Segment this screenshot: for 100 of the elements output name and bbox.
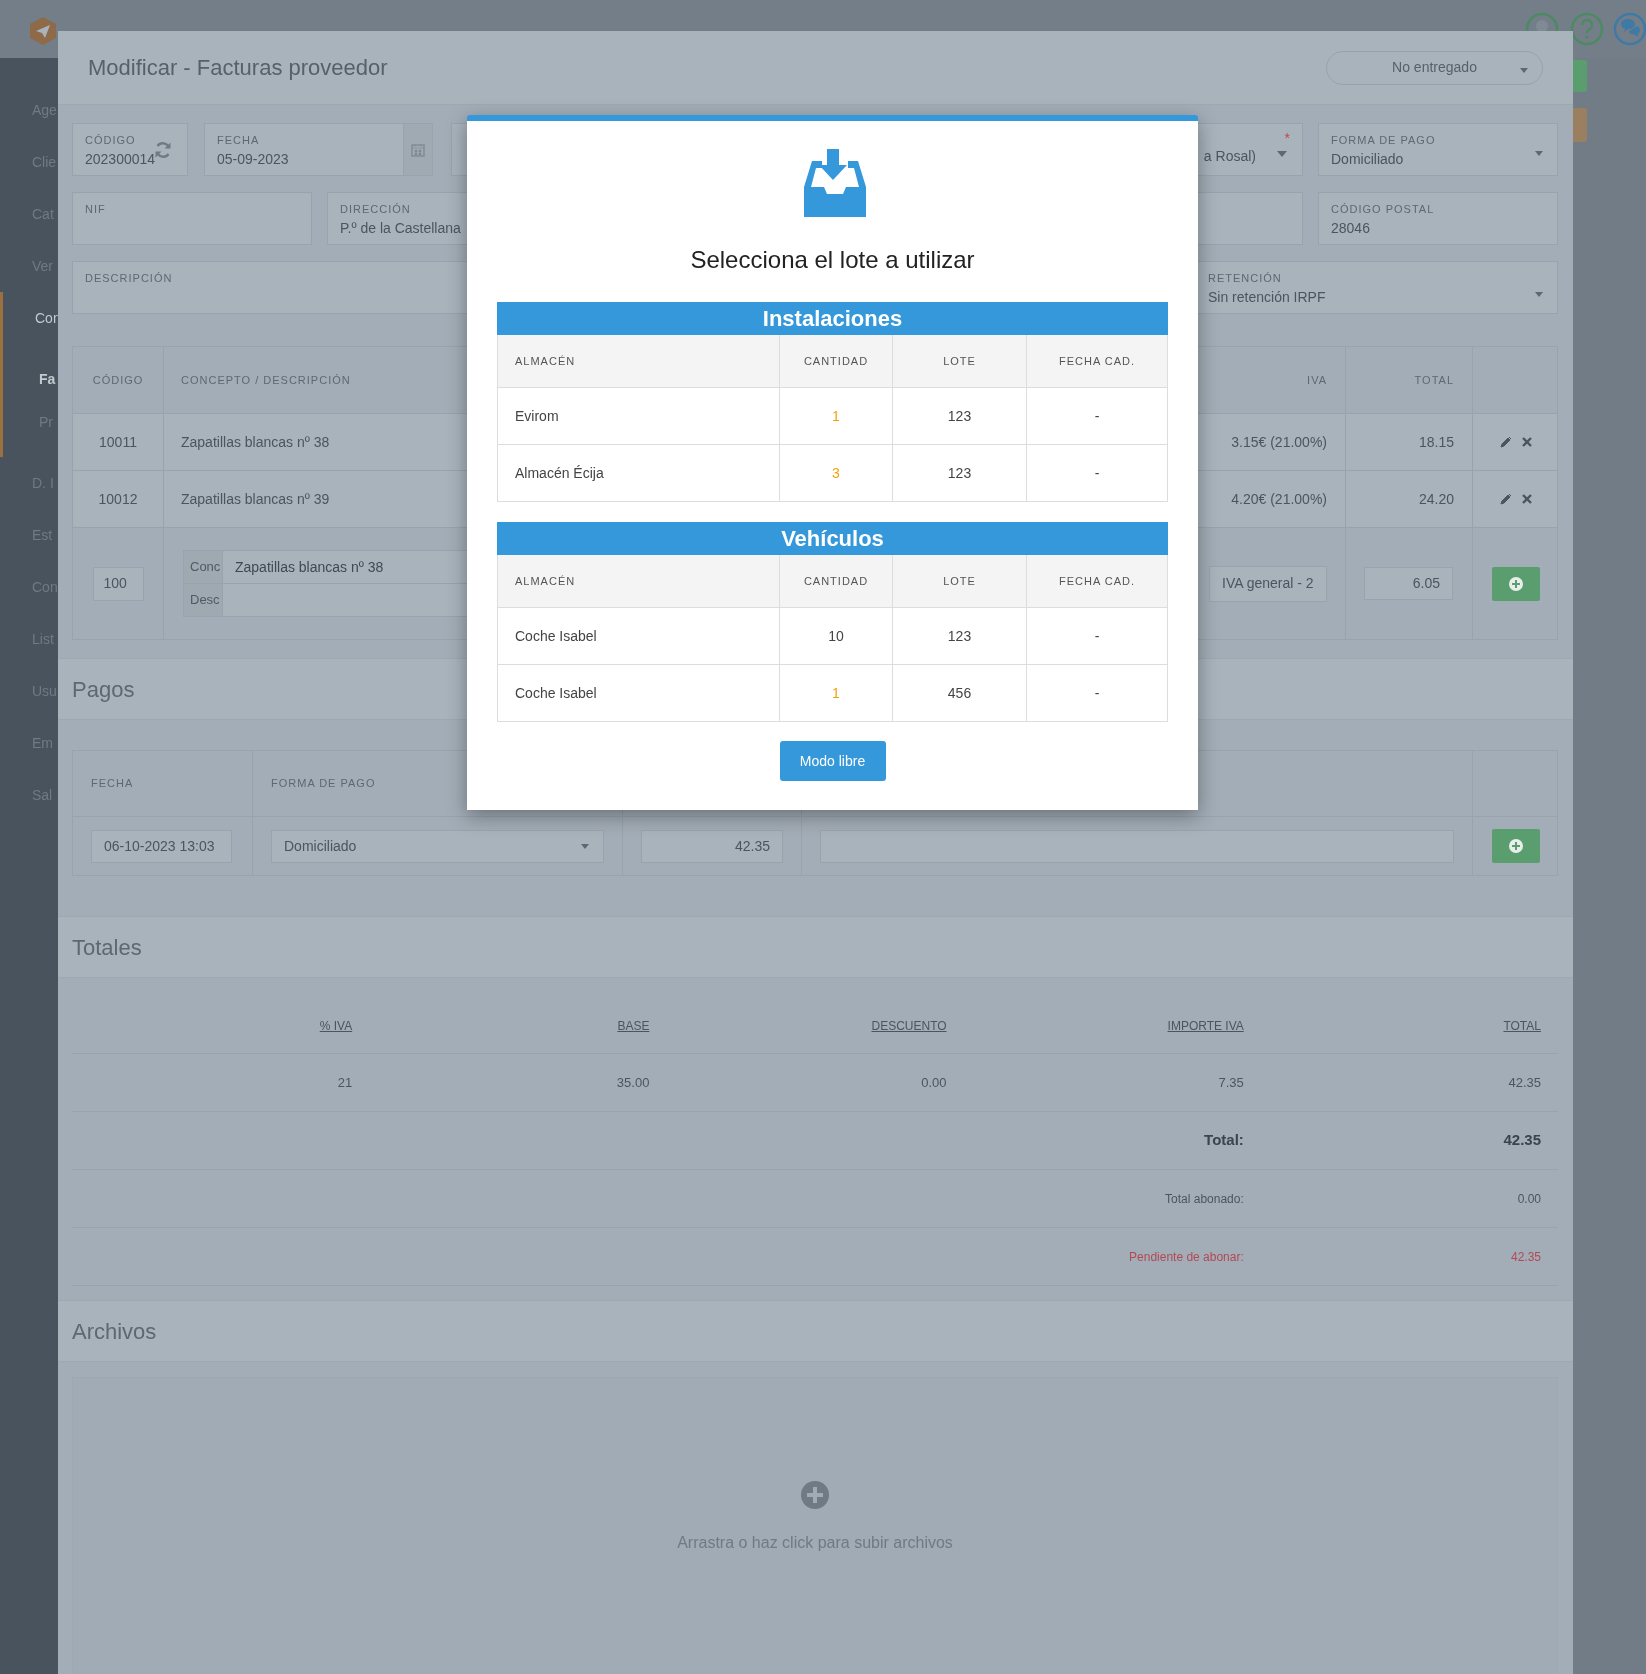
table-cell-text: 123	[947, 463, 972, 483]
table-cell-text: Almacén Écija	[515, 463, 604, 483]
group-header: Instalaciones	[497, 302, 1168, 335]
input-addon: Desc	[184, 584, 223, 616]
column-header: % IVA	[319, 1018, 353, 1035]
table-cell-text: 3.15€ (21.00%)	[1231, 432, 1327, 452]
pencil-icon[interactable]	[1500, 436, 1512, 448]
plus-icon	[1509, 839, 1523, 853]
free-mode-button[interactable]: Modo libre	[779, 741, 886, 781]
nif-field[interactable]: NIF	[72, 192, 312, 245]
table-cell-text: 3	[832, 463, 840, 483]
total-value: 42.35	[1503, 1130, 1541, 1151]
code-field[interactable]: CÓDIGO 202300014	[72, 123, 188, 176]
table-cell-text: -	[1094, 626, 1100, 646]
table-cell-text: -	[1094, 463, 1100, 483]
plus-icon	[801, 1481, 829, 1509]
total-input[interactable]: 6.05	[1364, 567, 1453, 600]
table-cell-text: Zapatillas blancas nº 39	[181, 489, 330, 509]
field-value: Sin retención IRPF	[1208, 288, 1326, 307]
total-label: Total:	[1204, 1130, 1244, 1151]
table-cell-text: -	[1094, 406, 1100, 426]
table-cell-text: 4.20€ (21.00%)	[1231, 489, 1327, 509]
field-label: FECHA	[217, 133, 260, 147]
column-header: FECHA	[91, 776, 134, 792]
table-cell-text: Coche Isabel	[515, 626, 597, 646]
field-value: 05-09-2023	[217, 150, 289, 169]
logo-icon	[28, 16, 58, 46]
chat-icon[interactable]	[1613, 12, 1646, 46]
caret-icon	[1520, 67, 1528, 73]
retention-select[interactable]: RETENCIÓN Sin retención IRPF	[1195, 261, 1558, 314]
table-cell-text: Zapatillas blancas nº 38	[181, 432, 330, 452]
caret-icon	[1277, 151, 1287, 157]
sidebar-subitem[interactable]: Fa	[3, 358, 56, 401]
field-value: P.º de la Castellana	[340, 219, 461, 238]
caret-icon	[1535, 151, 1543, 156]
section-title: Totales	[72, 933, 142, 962]
summary-label: Total abonado:	[1165, 1190, 1244, 1208]
input-addon: Conc	[184, 551, 223, 583]
column-header: IVA	[1307, 372, 1327, 388]
column-header: ALMACÉN	[515, 573, 576, 589]
column-header: DESCUENTO	[871, 1018, 947, 1035]
table-cell-text: 10011	[99, 432, 137, 452]
table-cell-text: 18.15	[1418, 432, 1454, 452]
summary-value: 0.00	[1517, 1190, 1541, 1208]
table-cell-text: Evirom	[515, 406, 559, 426]
close-icon[interactable]	[1522, 494, 1532, 504]
date-input[interactable]: 06-10-2023 13:03	[91, 829, 232, 863]
required-mark: *	[1284, 129, 1290, 148]
table-cell-text: 456	[947, 683, 972, 703]
field-value: 28046	[1331, 219, 1370, 238]
date-field[interactable]: FECHA 05-09-2023	[204, 123, 433, 176]
field-value: Domiciliado	[1331, 150, 1404, 169]
table-cell-text: 123	[947, 406, 972, 426]
table-cell-text: Coche Isabel	[515, 683, 597, 703]
table-cell-text: 42.35	[1508, 1073, 1541, 1092]
table-cell-text: 1	[832, 683, 840, 703]
column-header: CÓDIGO	[92, 372, 144, 388]
caret-icon	[1535, 292, 1543, 297]
refresh-icon[interactable]	[153, 140, 173, 160]
calendar-icon	[411, 142, 425, 157]
help-icon[interactable]	[1570, 12, 1604, 46]
postal-code-field[interactable]: CÓDIGO POSTAL 28046	[1318, 192, 1558, 245]
payment-method-select[interactable]: FORMA DE PAGO Domiciliado	[1318, 123, 1558, 176]
table-cell-text: 10012	[98, 489, 138, 509]
table-cell-text: 1	[832, 406, 840, 426]
table-cell-text: -	[1094, 683, 1100, 703]
calendar-button[interactable]	[403, 124, 432, 175]
pencil-icon[interactable]	[1500, 493, 1512, 505]
add-button[interactable]	[1492, 566, 1540, 601]
table-cell-text: 24.20	[1418, 489, 1454, 509]
field-label: NIF	[85, 202, 106, 216]
field-value: 202300014	[85, 150, 156, 169]
summary-value: 42.35	[1510, 1248, 1541, 1266]
field-label: DESCRIPCIÓN	[85, 271, 173, 285]
column-header: CANTIDAD	[803, 573, 869, 589]
column-header: TOTAL	[1414, 372, 1454, 388]
table-cell-text: 10	[828, 626, 844, 646]
close-icon[interactable]	[1522, 437, 1532, 447]
code-input[interactable]: 100	[92, 566, 144, 601]
panel-title: Modificar - Facturas proveedor	[88, 54, 388, 82]
table-cell-text: 21	[337, 1073, 353, 1092]
table-cell-text: 123	[947, 626, 972, 646]
group-header: Vehículos	[497, 522, 1168, 555]
add-button[interactable]	[1492, 829, 1540, 863]
column-header: TOTAL	[1503, 1018, 1541, 1035]
section-title: Pagos	[72, 675, 135, 704]
summary-label: Pendiente de abonar:	[1129, 1248, 1244, 1266]
field-label: FORMA DE PAGO	[1331, 133, 1436, 147]
field-label: DIRECCIÓN	[340, 202, 411, 216]
table-cell-text: 0.00	[921, 1073, 947, 1092]
column-header: BASE	[617, 1018, 650, 1035]
column-header: IMPORTE IVA	[1167, 1018, 1244, 1035]
column-header: FORMA DE PAGO	[271, 776, 376, 792]
payment-method-select[interactable]: Domiciliado	[271, 829, 604, 863]
column-header: LOTE	[943, 353, 976, 369]
iva-select[interactable]: IVA general - 2	[1209, 565, 1327, 602]
field-label: CÓDIGO POSTAL	[1331, 202, 1435, 216]
amount-input[interactable]: 42.35	[641, 829, 783, 863]
plus-icon	[1509, 576, 1523, 591]
table-cell-text: 35.00	[616, 1073, 650, 1092]
